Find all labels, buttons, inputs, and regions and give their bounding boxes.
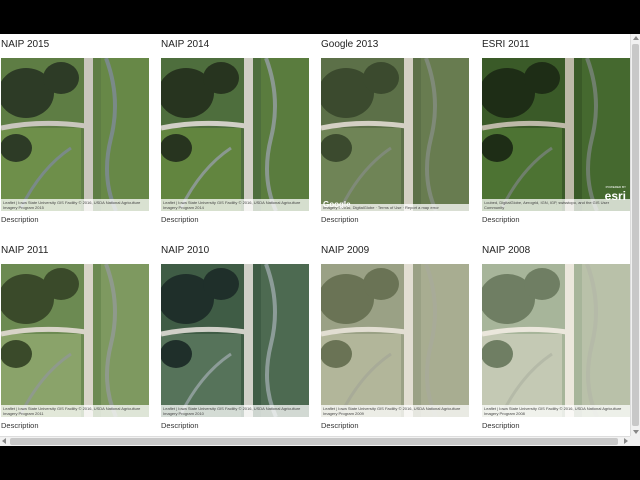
imagery-description: Description [321,215,359,224]
imagery-card: Google 2013 Imagery ©2016, DigitalGlobe ·… [321,38,471,224]
aerial-map-tile[interactable]: Leaflet | Iowa State University GIS Faci… [1,264,149,417]
aerial-image [161,58,309,211]
imagery-card: NAIP 2008 Leaflet | Iowa State University… [482,244,632,430]
imagery-title: NAIP 2015 [1,39,50,50]
aerial-map-tile[interactable]: Imagery ©2016, DigitalGlobe · Terms of U… [321,58,469,211]
map-attribution[interactable]: Leaflet | Iowa State University GIS Faci… [1,405,149,417]
imagery-card: ESRI 2011 i-cubed, DigitalGlobe, Aerogrid… [482,38,632,224]
aerial-image [321,264,469,417]
imagery-title: ESRI 2011 [482,39,530,50]
aerial-map-tile[interactable]: i-cubed, DigitalGlobe, Aerogrid, IGN, IG… [482,58,630,211]
imagery-description: Description [1,421,39,430]
scroll-up-icon[interactable] [633,36,639,40]
imagery-title: NAIP 2009 [321,245,370,256]
scrollbar-corner [630,436,640,446]
imagery-card: NAIP 2009 Leaflet | Iowa State University… [321,244,471,430]
browser-viewport: NAIP 2015 Leaflet | Iowa State University… [0,34,640,446]
horizontal-scrollbar[interactable] [0,436,640,446]
scroll-down-icon[interactable] [633,430,639,434]
imagery-title: NAIP 2010 [161,245,210,256]
aerial-map-tile[interactable]: Leaflet | Iowa State University GIS Faci… [1,58,149,211]
imagery-card: NAIP 2014 Leaflet | Iowa State University… [161,38,311,224]
horizontal-scroll-thumb[interactable] [10,438,618,445]
scroll-left-icon[interactable] [2,438,6,444]
aerial-image [1,264,149,417]
imagery-description: Description [321,421,359,430]
vertical-scrollbar[interactable] [630,34,640,436]
aerial-image [1,58,149,211]
imagery-description: Description [482,421,520,430]
aerial-map-tile[interactable]: Leaflet | Iowa State University GIS Faci… [161,264,309,417]
google-logo: Google [323,200,351,209]
aerial-map-tile[interactable]: Leaflet | Iowa State University GIS Faci… [482,264,630,417]
aerial-image [482,264,630,417]
imagery-title: Google 2013 [321,39,379,50]
imagery-description: Description [1,215,39,224]
map-attribution[interactable]: Leaflet | Iowa State University GIS Faci… [482,405,630,417]
imagery-title: NAIP 2011 [1,245,49,256]
page-content: NAIP 2015 Leaflet | Iowa State University… [0,34,630,436]
map-attribution[interactable]: Leaflet | Iowa State University GIS Faci… [161,405,309,417]
map-attribution[interactable]: Leaflet | Iowa State University GIS Faci… [161,199,309,211]
imagery-description: Description [161,421,199,430]
vertical-scroll-thumb[interactable] [632,44,639,426]
esri-logo: esri [604,189,626,203]
imagery-title: NAIP 2008 [482,245,531,256]
imagery-description: Description [161,215,199,224]
map-attribution[interactable]: Leaflet | Iowa State University GIS Faci… [1,199,149,211]
map-attribution[interactable]: Leaflet | Iowa State University GIS Faci… [321,405,469,417]
aerial-map-tile[interactable]: Leaflet | Iowa State University GIS Faci… [161,58,309,211]
aerial-image [161,264,309,417]
aerial-map-tile[interactable]: Leaflet | Iowa State University GIS Faci… [321,264,469,417]
aerial-image [321,58,469,211]
imagery-card: NAIP 2011 Leaflet | Iowa State University… [1,244,151,430]
imagery-title: NAIP 2014 [161,39,210,50]
imagery-description: Description [482,215,520,224]
imagery-card: NAIP 2010 Leaflet | Iowa State University… [161,244,311,430]
imagery-card: NAIP 2015 Leaflet | Iowa State University… [1,38,151,224]
scroll-right-icon[interactable] [624,438,628,444]
